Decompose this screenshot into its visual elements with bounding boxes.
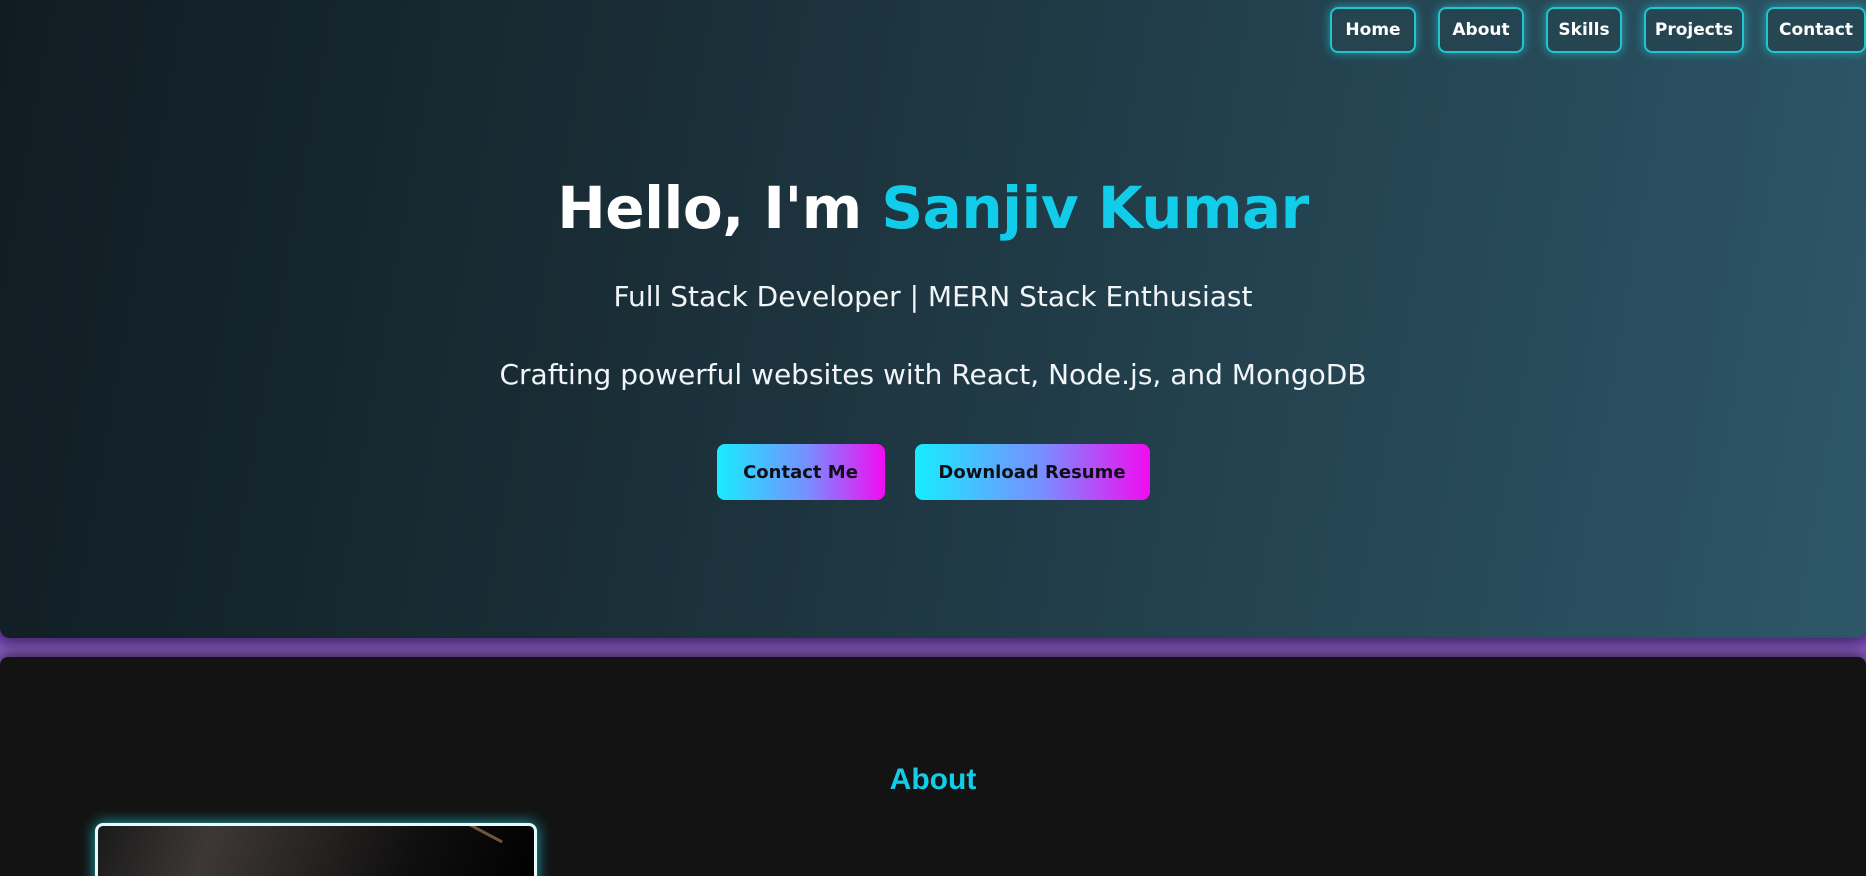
contact-me-button[interactable]: Contact Me xyxy=(716,444,885,500)
about-section: About xyxy=(0,657,1866,876)
nav-home-link[interactable]: Home xyxy=(1330,7,1416,53)
nav-projects-link[interactable]: Projects xyxy=(1644,7,1744,53)
portfolio-page: Home About Skills Projects Contact Hello… xyxy=(0,0,1866,876)
hero-greeting: Hello, I'm xyxy=(557,174,882,242)
photo-detail xyxy=(395,826,503,876)
hero-section: Home About Skills Projects Contact Hello… xyxy=(0,0,1866,638)
hero-title: Hello, I'm Sanjiv Kumar xyxy=(0,174,1866,242)
hero-name: Sanjiv Kumar xyxy=(881,174,1309,242)
hero-role: Full Stack Developer | MERN Stack Enthus… xyxy=(613,280,1253,313)
about-title: About xyxy=(889,763,977,796)
hero-actions: Contact Me Download Resume xyxy=(0,444,1866,500)
profile-photo xyxy=(95,823,537,876)
hero-tagline: Crafting powerful websites with React, N… xyxy=(499,358,1367,391)
nav-about-link[interactable]: About xyxy=(1438,7,1524,53)
top-navigation: Home About Skills Projects Contact xyxy=(1330,7,1866,53)
nav-skills-link[interactable]: Skills xyxy=(1546,7,1622,53)
nav-contact-link[interactable]: Contact xyxy=(1766,7,1866,53)
download-resume-button[interactable]: Download Resume xyxy=(914,444,1150,500)
